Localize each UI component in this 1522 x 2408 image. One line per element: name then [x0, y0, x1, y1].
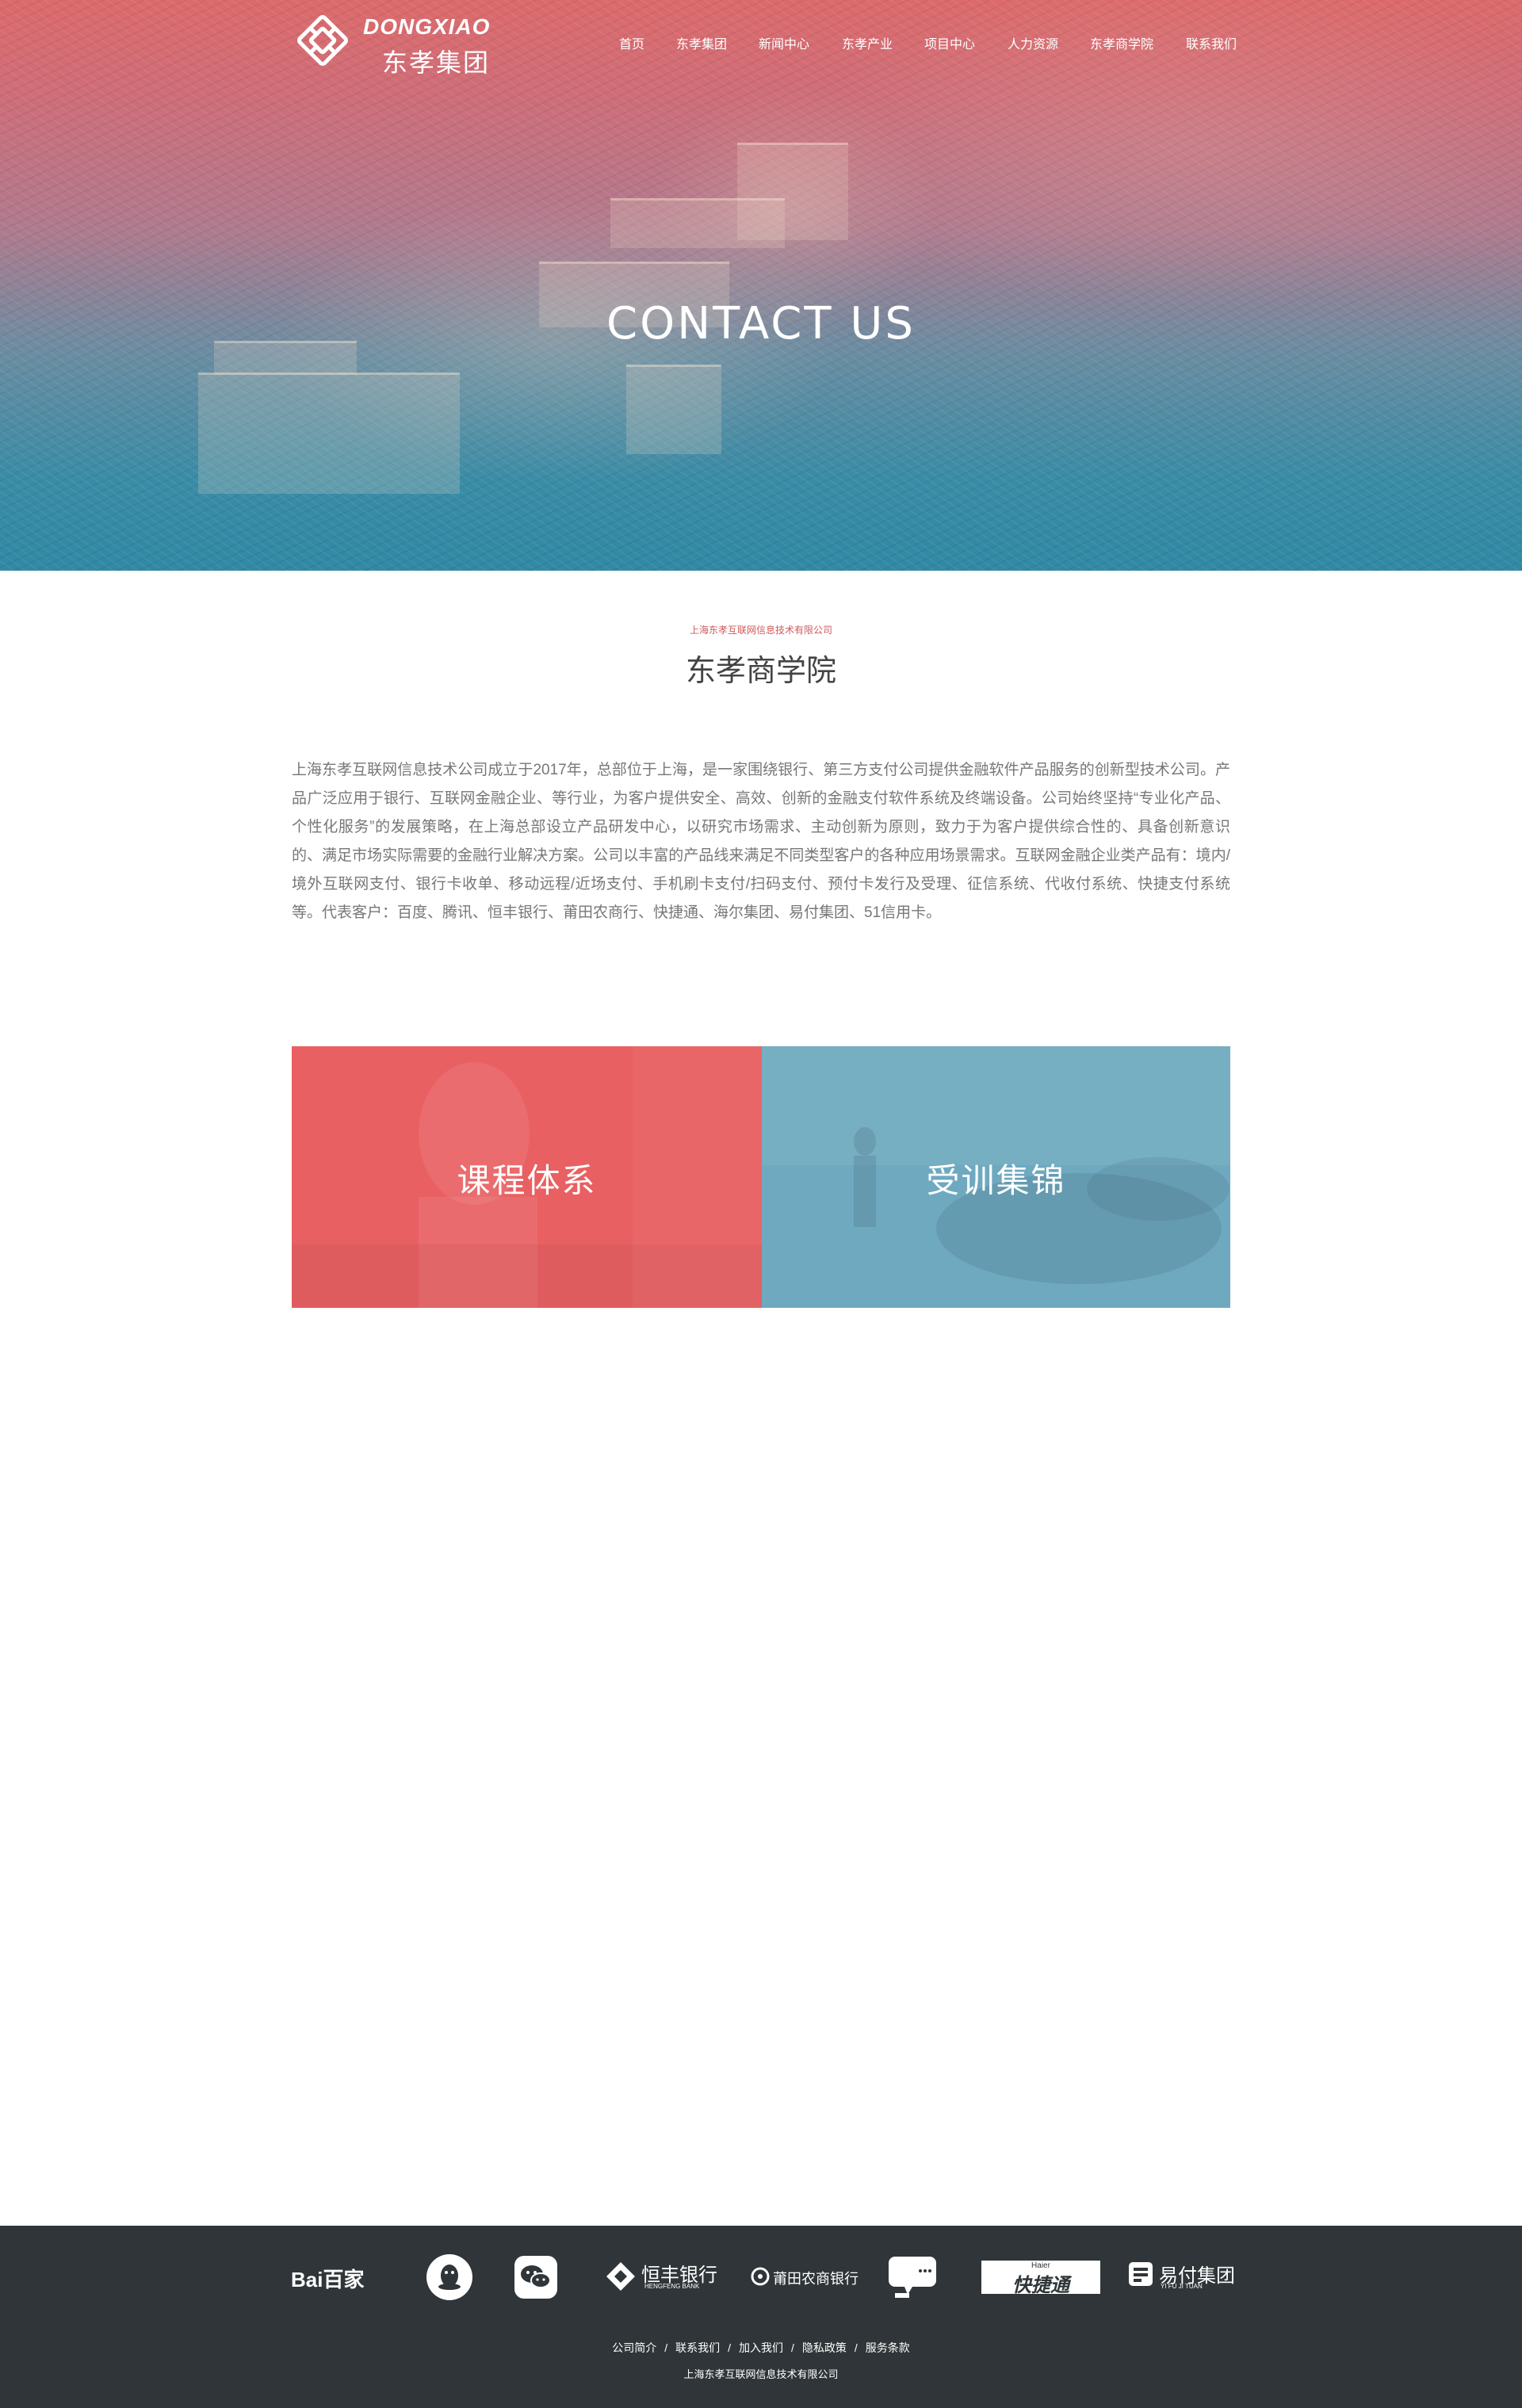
building — [610, 198, 785, 248]
partner-hengfeng-bank[interactable]: 恒丰银行 HENGFENG BANK — [605, 2259, 717, 2294]
nav-item-contact[interactable]: 联系我们 — [1186, 33, 1237, 52]
course-system-card[interactable]: 课程体系 — [292, 1046, 762, 1308]
link-separator: / — [791, 2341, 794, 2354]
building — [626, 365, 721, 454]
nav-item-news[interactable]: 新闻中心 — [759, 33, 809, 52]
footer-link-about[interactable]: 公司简介 — [612, 2341, 656, 2354]
nav-item-industry[interactable]: 东孝产业 — [842, 33, 893, 52]
footer-link-privacy[interactable]: 隐私政策 — [802, 2341, 847, 2354]
about-paragraph: 上海东孝互联网信息技术公司成立于2017年，总部位于上海，是一家围绕银行、第三方… — [292, 762, 1230, 921]
speech-bubble-icon — [889, 2257, 936, 2298]
logo-text-en: DONGXIAO — [363, 14, 491, 39]
kuaijietong-name: 快捷通 — [1012, 2275, 1069, 2296]
section-subtitle: 上海东孝互联网信息技术有限公司 — [689, 625, 832, 636]
main-nav: 首页 东孝集团 新闻中心 东孝产业 项目中心 人力资源 东孝商学院 联系我们 — [602, 33, 1252, 52]
building — [198, 373, 460, 494]
wechat-icon — [514, 2256, 557, 2299]
footer-link-terms[interactable]: 服务条款 — [866, 2341, 910, 2354]
section-title: 东孝商学院 — [685, 655, 836, 688]
hero-banner: DONGXIAO 东孝集团 首页 东孝集团 新闻中心 东孝产业 项目中心 人力资… — [0, 0, 1522, 571]
brand-logo[interactable]: DONGXIAO 东孝集团 — [295, 13, 509, 77]
partner-kuaijietong[interactable]: Haier 快捷通 — [981, 2261, 1100, 2296]
footer-company-name: 上海东孝互联网信息技术有限公司 — [683, 2368, 839, 2380]
partner-qq[interactable] — [426, 2253, 473, 2301]
hengfeng-logo-icon — [606, 2262, 635, 2291]
yifu-name-en: YI FU JI TUAN — [1161, 2283, 1203, 2290]
partner-putian-bank[interactable]: 莆田农商银行 — [751, 2265, 859, 2288]
partner-yifu-group[interactable]: 易付集团 YI FU JI TUAN — [1127, 2257, 1235, 2294]
logo-mark-icon — [297, 15, 348, 66]
footer-links: 公司简介 / 联系我们 / 加入我们 / 隐私政策 / 服务条款 — [0, 2340, 1522, 2356]
partner-chat[interactable] — [887, 2255, 938, 2301]
training-highlights-card[interactable]: 受训集锦 — [762, 1046, 1230, 1308]
footer-link-contact[interactable]: 联系我们 — [675, 2341, 720, 2354]
link-separator: / — [664, 2341, 668, 2354]
nav-item-home[interactable]: 首页 — [619, 33, 644, 52]
card-label: 课程体系 — [457, 1162, 597, 1199]
baidu-logo-text: Bai百家 — [291, 2268, 365, 2291]
link-separator: / — [728, 2341, 731, 2354]
logo-text-cn: 东孝集团 — [382, 48, 491, 77]
partner-wechat[interactable] — [514, 2256, 557, 2299]
link-separator: / — [854, 2341, 858, 2354]
qq-icon — [426, 2254, 472, 2300]
nav-item-projects[interactable]: 项目中心 — [924, 33, 975, 52]
page-title: CONTACT US — [606, 298, 916, 350]
putian-name: 莆田农商银行 — [773, 2271, 859, 2287]
nav-item-academy[interactable]: 东孝商学院 — [1090, 33, 1153, 52]
card-label: 受训集锦 — [926, 1162, 1066, 1199]
nav-item-group[interactable]: 东孝集团 — [676, 33, 727, 52]
yifu-logo-icon — [1129, 2262, 1153, 2286]
nav-item-hr[interactable]: 人力资源 — [1008, 33, 1058, 52]
footer-link-join[interactable]: 加入我们 — [739, 2341, 783, 2354]
hengfeng-name-en: HENGFENG BANK — [644, 2283, 700, 2290]
putian-logo-icon — [751, 2267, 770, 2286]
partner-baidu[interactable]: Bai百家 — [291, 2264, 388, 2292]
